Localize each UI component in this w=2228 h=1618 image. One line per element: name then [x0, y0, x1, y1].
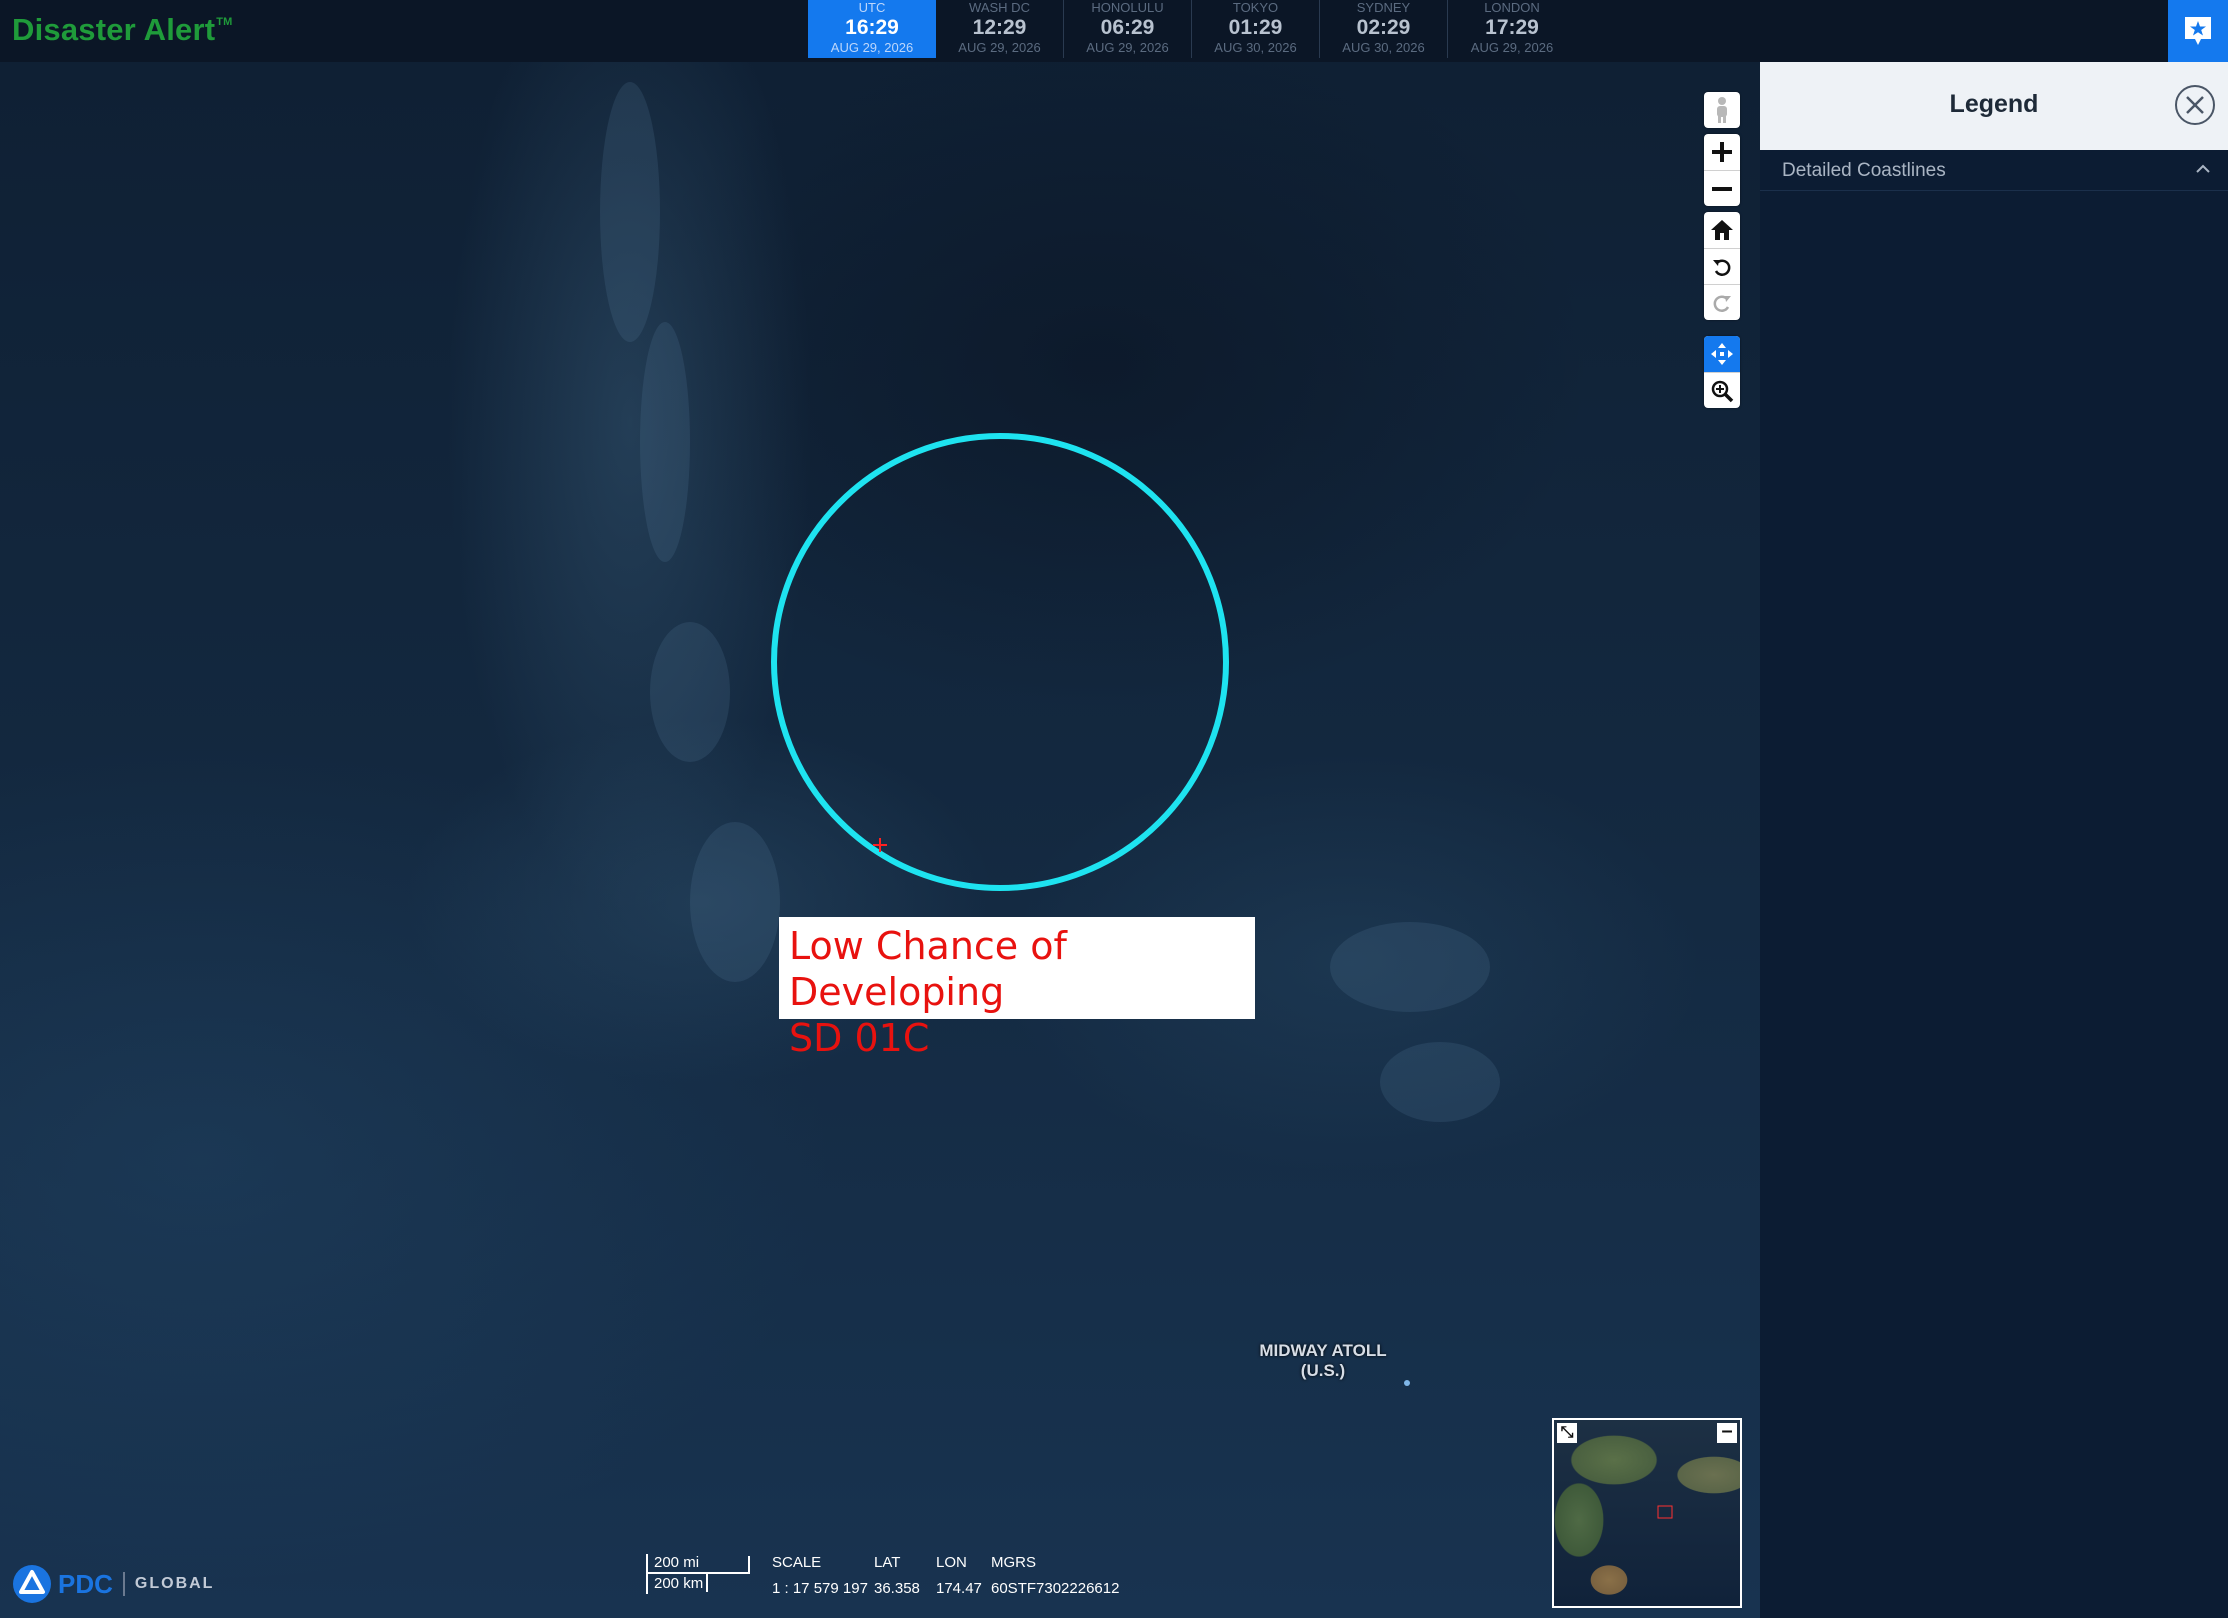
clock-zone: TOKYO	[1232, 0, 1279, 15]
clock-time: 02:29	[1356, 16, 1411, 39]
place-label-line2: (U.S.)	[1300, 1361, 1346, 1380]
overview-extent-box	[1657, 1505, 1673, 1519]
scale-label: SCALE	[772, 1554, 822, 1571]
trademark-mark: TM	[216, 16, 233, 28]
pdc-logo-divider	[122, 1572, 125, 1596]
pan-mode-button[interactable]	[1704, 336, 1740, 372]
zoom-controls	[1704, 134, 1740, 206]
view-controls	[1704, 212, 1740, 320]
place-label-line1: MIDWAY ATOLL	[1259, 1341, 1387, 1360]
alerts-button[interactable]	[2168, 0, 2228, 62]
pdc-logo-subtext: GLOBAL	[134, 1575, 215, 1592]
person-icon	[1717, 97, 1727, 123]
storm-overlay	[771, 433, 1229, 891]
lat-label: LAT	[874, 1554, 901, 1571]
legend-title: Legend	[1949, 90, 2039, 118]
clock-time: 06:29	[1100, 16, 1155, 39]
alert-star-icon	[2185, 17, 2211, 45]
overview-map-image: ⤡ –	[1554, 1420, 1740, 1606]
lon-label: LON	[936, 1554, 967, 1571]
legend-row-detailed-coastlines[interactable]: Detailed Coastlines	[1760, 150, 2228, 191]
clock-wash-dc[interactable]: WASH DC 12:29 AUG 29, 2026	[936, 0, 1064, 58]
storm-label[interactable]: Low Chance of Developing SD 01C	[779, 917, 1255, 1060]
scale-bar-km: 200 km	[654, 1575, 704, 1592]
plus-icon	[1712, 142, 1732, 162]
clock-honolulu[interactable]: HONOLULU 06:29 AUG 29, 2026	[1064, 0, 1192, 58]
chevron-up-icon[interactable]	[2194, 160, 2212, 178]
scale-bar-line	[748, 1556, 750, 1574]
clock-zone: WASH DC	[969, 0, 1030, 15]
home-button[interactable]	[1704, 212, 1740, 248]
world-clocks: UTC 16:29 AUG 29, 2026 WASH DC 12:29 AUG…	[808, 0, 1576, 58]
clock-date: AUG 29, 2026	[1086, 40, 1169, 55]
zoom-box-button[interactable]	[1704, 372, 1740, 408]
scale-bar-line	[646, 1554, 648, 1594]
lon-value: 174.47	[936, 1580, 982, 1597]
scale-value: 1 : 17 579 197	[772, 1580, 868, 1597]
clock-utc[interactable]: UTC 16:29 AUG 29, 2026	[808, 0, 936, 58]
clock-zone: HONOLULU	[1091, 0, 1164, 15]
home-icon	[1711, 220, 1733, 240]
zoom-in-button[interactable]	[1704, 134, 1740, 170]
clock-date: AUG 30, 2026	[1214, 40, 1297, 55]
clock-time: 12:29	[972, 16, 1027, 39]
map-viewport[interactable]: Low Chance of Developing SD 01C MIDWAY A…	[0, 62, 1760, 1618]
storm-ring[interactable]	[771, 433, 1229, 891]
interaction-controls	[1704, 336, 1740, 408]
app-title-text: Disaster Alert	[12, 12, 216, 47]
scale-bar: 200 mi 200 km	[646, 1554, 752, 1594]
overview-map[interactable]: ⤡ –	[1552, 1418, 1742, 1608]
clock-zone: UTC	[858, 0, 886, 15]
clock-date: AUG 29, 2026	[958, 40, 1041, 55]
pan-arrows-icon	[1711, 343, 1733, 365]
pegman-button[interactable]	[1704, 92, 1740, 128]
rotate-right-icon	[1713, 294, 1731, 312]
clock-date: AUG 29, 2026	[1470, 40, 1554, 55]
rotate-right-button[interactable]	[1704, 284, 1740, 320]
scale-bar-miles: 200 mi	[654, 1554, 700, 1571]
magnifier-plus-icon	[1711, 380, 1734, 402]
pdc-triangle-icon	[13, 1565, 51, 1603]
clock-zone: SYDNEY	[1356, 0, 1411, 15]
legend-close-button[interactable]	[2174, 84, 2216, 126]
rotate-left-button[interactable]	[1704, 248, 1740, 284]
zoom-out-button[interactable]	[1704, 170, 1740, 206]
mgrs-value: 60STF7302226612	[991, 1580, 1120, 1597]
lat-value: 36.358	[874, 1580, 920, 1597]
minus-icon	[1712, 186, 1732, 191]
clock-date: AUG 29, 2026	[830, 40, 914, 55]
pdc-logo-text: PDC	[58, 1568, 113, 1599]
rotate-left-icon	[1713, 258, 1731, 276]
scale-bar-line	[706, 1574, 708, 1592]
scale-bar-line	[646, 1572, 750, 1574]
clock-london[interactable]: LONDON 17:29 AUG 29, 2026	[1448, 0, 1576, 58]
storm-label-line1: Low Chance of Developing	[789, 924, 1067, 1014]
app-title[interactable]: Disaster AlertTM	[12, 12, 233, 48]
clock-sydney[interactable]: SYDNEY 02:29 AUG 30, 2026	[1320, 0, 1448, 58]
streetview-control	[1704, 92, 1740, 128]
clock-date: AUG 30, 2026	[1342, 40, 1425, 55]
legend-header: Legend	[1760, 62, 2228, 150]
place-label-midway: MIDWAY ATOLL (U.S.)	[1238, 1341, 1408, 1381]
top-bar: Disaster AlertTM UTC 16:29 AUG 29, 2026 …	[0, 0, 2228, 63]
clock-time: 01:29	[1228, 16, 1283, 39]
storm-label-line2: SD 01C	[789, 1016, 930, 1060]
pdc-logo[interactable]: PDC GLOBAL	[12, 1564, 214, 1604]
close-icon	[2175, 85, 2215, 125]
clock-tokyo[interactable]: TOKYO 01:29 AUG 30, 2026	[1192, 0, 1320, 58]
island-marker	[1404, 1380, 1410, 1386]
clock-zone: LONDON	[1484, 0, 1540, 15]
legend-row-label: Detailed Coastlines	[1782, 160, 1946, 181]
clock-time: 17:29	[1485, 16, 1539, 39]
mgrs-label: MGRS	[991, 1554, 1036, 1571]
clock-time: 16:29	[845, 16, 899, 39]
legend-panel: Legend Detailed Coastlines	[1760, 62, 2228, 1618]
